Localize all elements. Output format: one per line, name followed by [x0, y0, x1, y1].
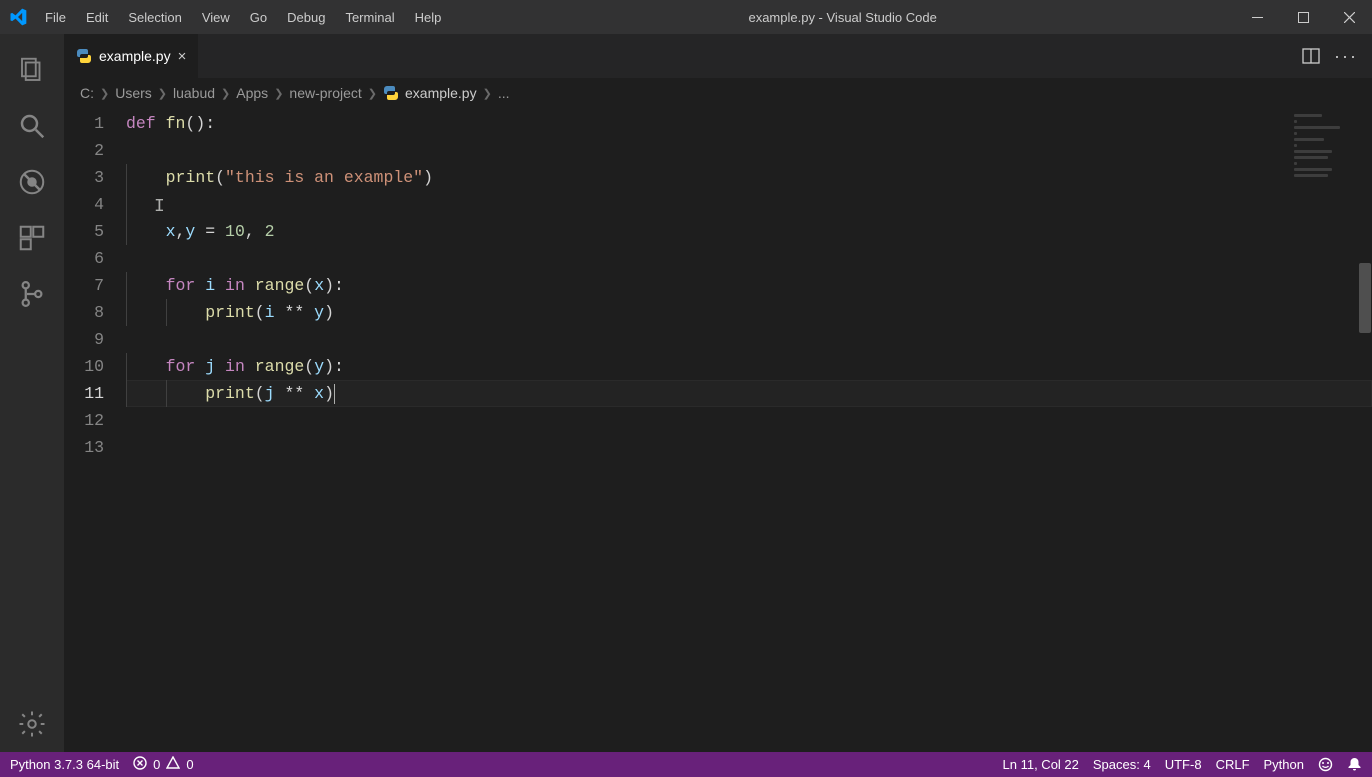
line-number: 10 [64, 353, 104, 380]
line-number: 7 [64, 272, 104, 299]
status-language[interactable]: Python [1264, 757, 1304, 772]
breadcrumb-item[interactable]: Apps [236, 85, 268, 101]
minimize-button[interactable] [1234, 0, 1280, 34]
code-line[interactable] [126, 326, 1372, 353]
line-number: 1 [64, 110, 104, 137]
chevron-right-icon: ❯ [158, 87, 167, 100]
tab-example-py[interactable]: example.py × [64, 34, 199, 78]
python-file-icon [383, 85, 399, 101]
window-controls [1234, 0, 1372, 34]
menu-item-selection[interactable]: Selection [118, 0, 191, 34]
error-icon [133, 756, 147, 773]
status-eol[interactable]: CRLF [1216, 757, 1250, 772]
activity-debug[interactable] [0, 154, 64, 210]
code-line[interactable] [126, 434, 1372, 461]
line-number: 11 [64, 380, 104, 407]
breadcrumb-item[interactable]: Users [115, 85, 152, 101]
code-line[interactable] [126, 407, 1372, 434]
maximize-button[interactable] [1280, 0, 1326, 34]
menu-item-terminal[interactable]: Terminal [335, 0, 404, 34]
status-encoding[interactable]: UTF-8 [1165, 757, 1202, 772]
tab-close-icon[interactable]: × [178, 48, 187, 65]
line-number: 4 [64, 191, 104, 218]
code-line[interactable] [126, 191, 1372, 218]
breadcrumb-item[interactable]: C: [80, 85, 94, 101]
chevron-right-icon: ❯ [274, 87, 283, 100]
breadcrumb-file[interactable]: example.py [383, 85, 477, 101]
line-number-gutter: 12345678910111213 [64, 108, 126, 752]
code-line[interactable] [126, 245, 1372, 272]
tab-label: example.py [99, 48, 171, 64]
code-line[interactable] [126, 137, 1372, 164]
menu-item-debug[interactable]: Debug [277, 0, 335, 34]
code-line[interactable]: for j in range(y): [126, 353, 1372, 380]
code-line[interactable]: for i in range(x): [126, 272, 1372, 299]
status-cursor-position[interactable]: Ln 11, Col 22 [1003, 757, 1079, 772]
python-file-icon [76, 48, 92, 64]
minimap[interactable] [1294, 114, 1354, 234]
code-content[interactable]: I def fn(): print("this is an example") … [126, 108, 1372, 752]
code-line[interactable]: x,y = 10, 2 [126, 218, 1372, 245]
activity-extensions[interactable] [0, 210, 64, 266]
breadcrumbs[interactable]: C: ❯ Users ❯ luabud ❯ Apps ❯ new-project ❯ ex… [64, 78, 1372, 108]
title-bar: File Edit Selection View Go Debug Termin… [0, 0, 1372, 34]
status-python-version[interactable]: Python 3.7.3 64-bit [10, 757, 119, 772]
close-button[interactable] [1326, 0, 1372, 34]
editor-area: example.py × ··· C: ❯ Users ❯ luabud ❯ Apps… [64, 34, 1372, 752]
line-number: 3 [64, 164, 104, 191]
code-line[interactable]: def fn(): [126, 110, 1372, 137]
chevron-right-icon: ❯ [221, 87, 230, 100]
status-feedback-icon[interactable] [1318, 757, 1333, 772]
status-notifications-icon[interactable] [1347, 757, 1362, 772]
main-area: example.py × ··· C: ❯ Users ❯ luabud ❯ Apps… [0, 34, 1372, 752]
menu-item-view[interactable]: View [192, 0, 240, 34]
line-number: 6 [64, 245, 104, 272]
more-actions-icon[interactable]: ··· [1334, 46, 1358, 67]
editor-tabs: example.py × ··· [64, 34, 1372, 78]
chevron-right-icon: ❯ [483, 87, 492, 100]
status-indentation[interactable]: Spaces: 4 [1093, 757, 1151, 772]
menu-bar: File Edit Selection View Go Debug Termin… [35, 0, 451, 34]
code-line[interactable]: print("this is an example") [126, 164, 1372, 191]
menu-item-go[interactable]: Go [240, 0, 277, 34]
status-bar: Python 3.7.3 64-bit 0 0 Ln 11, Col 22 Sp… [0, 752, 1372, 777]
breadcrumb-item[interactable]: new-project [289, 85, 361, 101]
scrollbar-thumb[interactable] [1359, 263, 1371, 333]
activity-search[interactable] [0, 98, 64, 154]
vertical-scrollbar[interactable] [1358, 108, 1372, 752]
breadcrumb-item[interactable]: ... [498, 85, 510, 101]
warning-icon [166, 756, 180, 773]
chevron-right-icon: ❯ [368, 87, 377, 100]
line-number: 13 [64, 434, 104, 461]
activity-explorer[interactable] [0, 42, 64, 98]
activity-scm[interactable] [0, 266, 64, 322]
line-number: 8 [64, 299, 104, 326]
status-problems[interactable]: 0 0 [133, 756, 193, 773]
split-editor-icon[interactable] [1302, 47, 1320, 65]
vscode-logo-icon [0, 7, 35, 27]
activity-bar [0, 34, 64, 752]
window-title: example.py - Visual Studio Code [451, 10, 1234, 25]
chevron-right-icon: ❯ [100, 87, 109, 100]
code-line[interactable]: print(j ** x) [126, 380, 1372, 407]
menu-item-help[interactable]: Help [405, 0, 452, 34]
menu-item-edit[interactable]: Edit [76, 0, 118, 34]
line-number: 5 [64, 218, 104, 245]
code-editor[interactable]: 12345678910111213 I def fn(): print("thi… [64, 108, 1372, 752]
line-number: 2 [64, 137, 104, 164]
line-number: 9 [64, 326, 104, 353]
line-number: 12 [64, 407, 104, 434]
code-line[interactable]: print(i ** y) [126, 299, 1372, 326]
editor-actions: ··· [1288, 34, 1372, 78]
menu-item-file[interactable]: File [35, 0, 76, 34]
breadcrumb-item[interactable]: luabud [173, 85, 215, 101]
activity-settings[interactable] [0, 696, 64, 752]
